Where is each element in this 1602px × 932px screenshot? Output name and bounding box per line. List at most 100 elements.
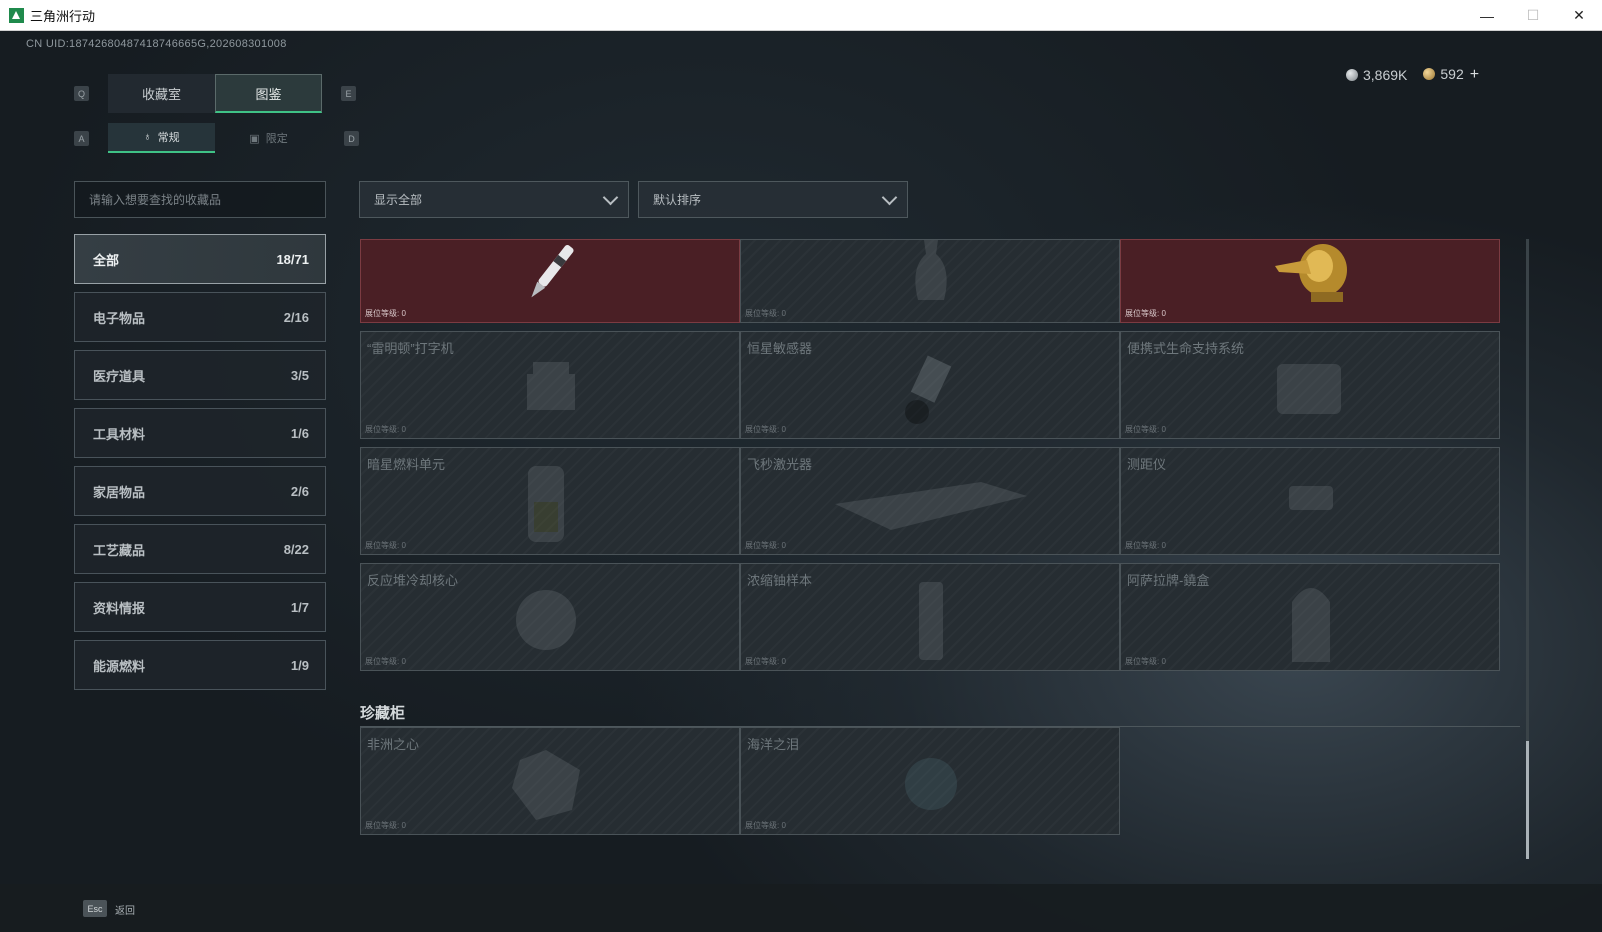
uid-label: CN UID:18742680487418746665G,20260830100… [26,38,287,50]
sub-tabs: ♁ 常规 ▣ 限定 [108,123,322,153]
close-button[interactable]: ✕ [1556,0,1602,31]
uranium-sample-icon [919,582,943,660]
item-name: 恒星敏感器 [747,341,813,356]
subtab-limited-label: 限定 [265,133,288,145]
key-a-hint: A [74,131,89,146]
show-filter-value: 显示全部 [374,193,423,207]
window-title: 三角洲行动 [30,8,96,24]
gold-currency: 592 + [1423,66,1479,84]
category-medical[interactable]: 医疗道具 3/5 [74,350,326,400]
tab-collection-room[interactable]: 收藏室 [108,74,215,113]
maximize-button[interactable]: ☐ [1510,0,1556,31]
silver-amount: 3,869K [1363,67,1408,83]
item-name: 浓缩铀样本 [747,573,813,588]
category-label: 工艺藏品 [93,542,146,558]
exhibit-grade: 展位等级: 0 [365,657,406,666]
treasure-section-title: 珍藏柜 [360,705,406,722]
exhibit-grade: 展位等级: 0 [365,821,406,830]
item-card[interactable]: 海洋之泪 展位等级: 0 [740,727,1120,835]
category-label: 资料情报 [93,600,146,616]
sensor-icon [905,355,952,424]
exhibit-grade: 展位等级: 0 [1125,657,1166,666]
item-card[interactable]: “雷明顿”打字机 展位等级: 0 [360,331,740,439]
laser-icon [835,482,1027,530]
bottom-bar [0,884,1602,932]
exhibit-grade: 展位等级: 0 [365,541,406,550]
exhibit-grade: 展位等级: 0 [1125,541,1166,550]
category-label: 电子物品 [93,310,146,326]
item-name: 便携式生命支持系统 [1127,341,1245,356]
item-card[interactable]: 展位等级: 0 [740,239,1120,323]
image-icon: ▣ [249,132,260,145]
item-name: 测距仪 [1127,457,1167,472]
subtab-limited[interactable]: ▣ 限定 [215,123,322,153]
category-count: 1/6 [290,425,309,441]
category-count: 1/7 [290,599,309,615]
item-name: 暗星燃料单元 [367,457,446,472]
item-name: 阿萨拉牌-鐃盒 [1127,573,1210,588]
sort-dropdown[interactable]: 默认排序 [638,181,908,218]
subtab-regular-label: 常规 [157,132,180,144]
category-count: 8/22 [283,541,309,557]
category-household[interactable]: 家居物品 2/6 [74,466,326,516]
category-crafts[interactable]: 工艺藏品 8/22 [74,524,326,574]
exhibit-grade: 展位等级: 0 [365,425,406,434]
chevron-down-icon [602,189,619,206]
category-tools[interactable]: 工具材料 1/6 [74,408,326,458]
item-card[interactable]: 浓缩铀样本 展位等级: 0 [740,563,1120,671]
minimize-button[interactable]: — [1464,0,1510,31]
subtab-regular[interactable]: ♁ 常规 [108,123,215,153]
category-count: 18/71 [276,251,309,267]
item-name: “雷明顿”打字机 [367,341,454,356]
item-card[interactable]: 便携式生命支持系统 展位等级: 0 [1120,331,1500,439]
window-controls: — ☐ ✕ [1464,0,1602,31]
category-intel[interactable]: 资料情报 1/7 [74,582,326,632]
item-card[interactable]: 反应堆冷却核心 展位等级: 0 [360,563,740,671]
fuel-cell-icon [528,466,564,542]
scrollbar-thumb[interactable] [1526,741,1529,859]
item-card[interactable]: 测距仪 展位等级: 0 [1120,447,1500,555]
item-card[interactable]: 暗星燃料单元 展位等级: 0 [360,447,740,555]
exhibit-grade: 展位等级: 0 [745,657,786,666]
exhibit-grade: 展位等级: 0 [745,309,786,318]
category-fuel[interactable]: 能源燃料 1/9 [74,640,326,690]
item-card[interactable]: 非洲之心 展位等级: 0 [360,727,740,835]
category-label: 工具材料 [93,426,146,442]
item-card[interactable]: 恒星敏感器 展位等级: 0 [740,331,1120,439]
item-name: 飞秒激光器 [747,457,813,472]
collection-grid: 展位等级: 0 展位等级: 0 展位等级: 0 “雷明顿”打字机 展位等级: 0 [360,239,1520,884]
item-name: 反应堆冷却核心 [367,573,459,588]
heart-of-africa-icon [512,750,580,820]
section-divider [360,726,1520,727]
exhibit-grade: 展位等级: 0 [745,425,786,434]
game-viewport: CN UID:18742680487418746665G,20260830100… [0,31,1602,932]
golden-crocodile-icon [1275,244,1347,302]
esc-key-button[interactable]: Esc [83,900,107,917]
gold-coin-icon [1423,68,1436,80]
back-label[interactable]: 返回 [115,902,135,917]
item-card[interactable]: 飞秒激光器 展位等级: 0 [740,447,1120,555]
item-card[interactable]: 展位等级: 0 [360,239,740,323]
category-label: 能源燃料 [93,658,146,674]
life-support-icon [1277,364,1341,414]
exhibit-grade: 展位等级: 0 [745,541,786,550]
rangefinder-icon [1289,486,1333,510]
main-tabs: 收藏室 图鉴 [108,74,322,113]
category-all[interactable]: 全部 18/71 [74,234,326,284]
sort-value: 默认排序 [653,193,702,207]
category-label: 医疗道具 [93,368,146,384]
item-card[interactable]: 阿萨拉牌-鐃盒 展位等级: 0 [1120,563,1500,671]
vase-icon [915,240,947,300]
key-e-hint: E [341,86,356,101]
search-input[interactable]: 请输入想要查找的收藏品 [74,181,326,218]
silver-coin-icon [1346,69,1358,81]
category-electronics[interactable]: 电子物品 2/16 [74,292,326,342]
reactor-core-icon [516,590,576,650]
item-card[interactable]: 展位等级: 0 [1120,239,1500,323]
add-currency-button[interactable]: + [1470,66,1479,83]
gold-amount: 592 [1440,66,1464,82]
show-filter-dropdown[interactable]: 显示全部 [359,181,629,218]
arch-box-icon [1292,588,1330,662]
tab-catalog[interactable]: 图鉴 [215,74,322,113]
exhibit-grade: 展位等级: 0 [745,821,786,830]
